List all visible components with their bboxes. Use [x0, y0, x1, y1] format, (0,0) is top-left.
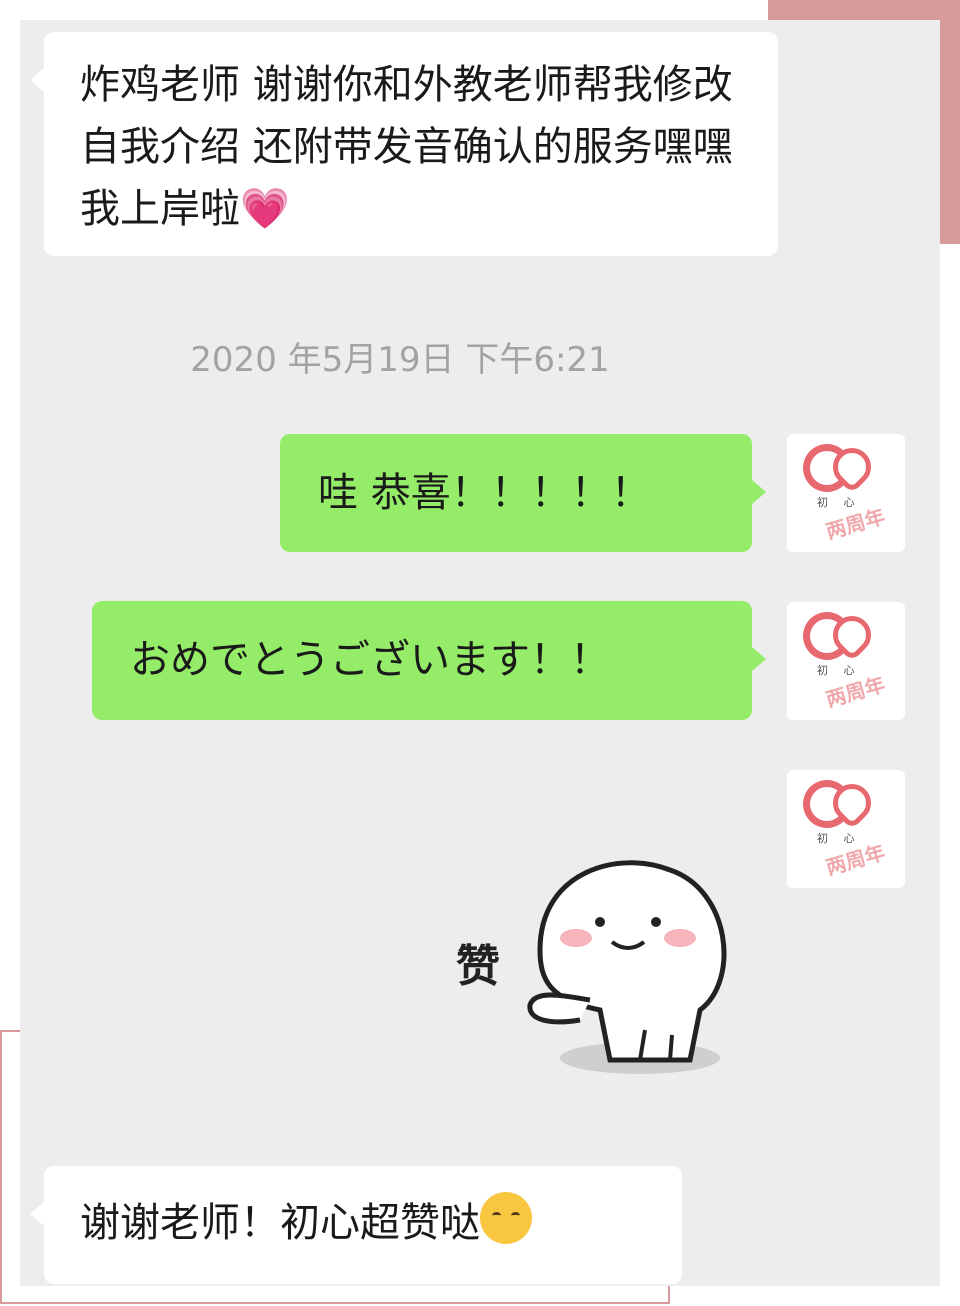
sticker-text: 赞	[456, 941, 500, 992]
avatar[interactable]: 初 心 两周年	[787, 770, 905, 888]
thumbs-up-sticker[interactable]: 赞	[440, 830, 760, 1090]
message-bubble-incoming[interactable]: 谢谢老师！初心超赞哒	[30, 1166, 682, 1284]
avatar[interactable]: 初 心 两周年	[787, 434, 905, 552]
message-text: 炸鸡老师 谢谢你和外教老师帮我修改自我介绍 还附带发音确认的服务嘿嘿 我上岸啦	[80, 62, 733, 232]
avatar[interactable]: 初 心 两周年	[787, 602, 905, 720]
message-text: 谢谢老师！初心超赞哒	[80, 1200, 480, 1246]
chat-area[interactable]: 炸鸡老师 谢谢你和外教老师帮我修改自我介绍 还附带发音确认的服务嘿嘿 我上岸啦💗…	[20, 20, 940, 1286]
message-text: おめでとうございます！！	[130, 637, 610, 683]
message-text: 哇 恭喜！！！！！	[318, 470, 651, 516]
message-bubble-outgoing[interactable]: おめでとうございます！！	[92, 601, 766, 720]
heart-icon: 💗	[240, 186, 290, 232]
message-bubble-outgoing[interactable]: 哇 恭喜！！！！！	[280, 434, 766, 552]
message-timestamp: 2020 年5月19日 下午6:21	[190, 340, 610, 380]
smiling-face-with-hearts-icon	[480, 1192, 532, 1244]
message-bubble-incoming[interactable]: 炸鸡老师 谢谢你和外教老师帮我修改自我介绍 还附带发音确认的服务嘿嘿 我上岸啦💗	[30, 32, 778, 256]
